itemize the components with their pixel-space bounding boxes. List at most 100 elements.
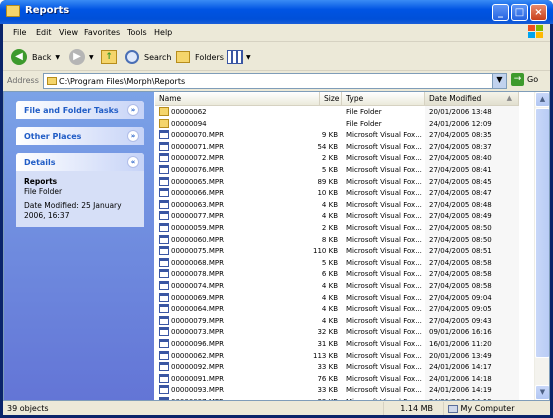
maximize-button[interactable]: □ <box>511 4 528 21</box>
scroll-thumb[interactable] <box>535 108 549 358</box>
column-header-date[interactable]: Date Modified ▲ <box>425 92 519 106</box>
table-row[interactable]: 00000077.MPR 4 KB Microsoft Visual Fox... 2… <box>155 211 549 223</box>
file-icon <box>159 211 169 221</box>
table-row[interactable]: 00000071.MPR 54 KB Microsoft Visual Fox...… <box>155 141 549 154</box>
forward-arrow-icon: ▶ <box>69 49 85 65</box>
back-button[interactable]: ◀ Back ▼ <box>11 48 60 66</box>
expand-icon[interactable]: » <box>127 104 139 116</box>
menu-tools[interactable]: Tools <box>127 28 147 37</box>
table-row[interactable]: 00000093.MPR 33 KB Microsoft Visual Fox...… <box>155 385 549 397</box>
go-button[interactable]: → Go <box>511 73 538 86</box>
windows-logo-icon <box>528 25 544 39</box>
table-row[interactable]: 00000062.MPR 113 KB Microsoft Visual Fox..… <box>155 350 549 363</box>
menu-bar: File Edit View Favorites Tools Help <box>3 24 550 42</box>
table-row[interactable]: 00000094 File Folder 24/01/2006 12:09 <box>155 118 549 131</box>
file-folder-tasks-header[interactable]: File and Folder Tasks » <box>16 101 144 119</box>
table-row[interactable]: 00000074.MPR 4 KB Microsoft Visual Fox... 2… <box>155 281 549 293</box>
cell-name: 00000063.MPR <box>171 200 224 209</box>
cell-date: 24/01/2006 14:19 <box>429 397 517 400</box>
table-row[interactable]: 00000062 File Folder 20/01/2006 13:48 <box>155 107 549 119</box>
file-icon <box>159 350 169 360</box>
file-icon <box>159 292 169 302</box>
address-input[interactable]: C:\Program Files\Morph\Reports ▼ <box>43 73 507 89</box>
search-button[interactable]: Search <box>125 48 171 66</box>
table-row[interactable]: 00000066.MPR 10 KB Microsoft Visual Fox...… <box>155 188 549 200</box>
cell-date: 27/04/2005 09:04 <box>429 293 492 302</box>
details-header[interactable]: Details « <box>16 153 144 171</box>
table-row[interactable]: 00000076.MPR 5 KB Microsoft Visual Fox... 2… <box>155 165 549 177</box>
cell-type: Microsoft Visual Fox... <box>346 270 422 279</box>
menu-favorites[interactable]: Favorites <box>84 28 120 37</box>
status-location: My Computer <box>443 402 550 415</box>
cell-size: 33 KB <box>305 397 338 400</box>
cell-name: 00000071.MPR <box>171 142 224 151</box>
cell-date: 27/04/2005 09:43 <box>429 316 492 325</box>
menu-view[interactable]: View <box>59 28 78 37</box>
panel-title: File and Folder Tasks <box>24 106 119 115</box>
cell-size: 4 KB <box>321 316 338 325</box>
cell-size: 5 KB <box>321 166 338 174</box>
expand-icon[interactable]: » <box>127 130 139 142</box>
table-row[interactable]: 00000063.MPR 4 KB Microsoft Visual Fox... 2… <box>155 199 549 212</box>
table-row[interactable]: 00000059.MPR 2 KB Microsoft Visual Fox... 2… <box>155 223 549 235</box>
minimize-button[interactable]: _ <box>492 4 509 21</box>
cell-name: 00000060.MPR <box>171 235 224 244</box>
cell-type: Microsoft Visual Fox... <box>346 293 422 302</box>
forward-button[interactable]: ▶ ▼ <box>69 48 94 66</box>
table-row[interactable]: 00000069.MPR 4 KB Microsoft Visual Fox... 2… <box>155 292 549 305</box>
cell-type: Microsoft Visual Fox... <box>346 386 422 395</box>
table-row[interactable]: 00000073.MPR 32 KB Microsoft Visual Fox...… <box>155 327 549 339</box>
views-button[interactable]: ▼ <box>227 48 251 66</box>
file-icon <box>159 223 169 232</box>
cell-type: Microsoft Visual Fox... <box>346 363 422 372</box>
cell-name: 00000093.MPR <box>171 386 224 395</box>
table-row[interactable]: 00000060.MPR 8 KB Microsoft Visual Fox... 2… <box>155 234 549 247</box>
cell-date: 27/04/2005 08:40 <box>429 154 492 163</box>
column-header-size[interactable]: Size <box>320 92 342 106</box>
cell-type: Microsoft Visual Fox... <box>346 131 422 140</box>
go-label: Go <box>527 75 539 84</box>
cell-name: 00000073.MPR <box>171 328 224 337</box>
cell-size: 76 KB <box>317 374 338 383</box>
cell-name: 00000068.MPR <box>171 258 224 267</box>
panel-title: Details <box>24 158 56 167</box>
table-row[interactable]: 00000097.MPR33 KB Microsoft Visual Fox...… <box>155 397 549 400</box>
column-header-type[interactable]: Type <box>342 92 425 106</box>
close-button[interactable]: × <box>530 4 547 21</box>
table-row[interactable]: 00000068.MPR 5 KB Microsoft Visual Fox... 2… <box>155 257 549 270</box>
cell-date: 16/01/2006 11:20 <box>429 340 492 348</box>
cell-date: 27/04/2005 08:45 <box>429 177 492 186</box>
collapse-icon[interactable]: « <box>127 156 139 168</box>
cell-date: 27/04/2005 08:51 <box>429 247 492 256</box>
table-row[interactable]: 00000070.MPR 9 KB Microsoft Visual Fox... 2… <box>155 130 549 142</box>
table-row[interactable]: 00000079.MPR 4 KB Microsoft Visual Fox... 2… <box>155 315 549 328</box>
column-header-name[interactable]: Name <box>155 92 320 106</box>
table-row[interactable]: 00000092.MPR 33 KB Microsoft Visual Fox...… <box>155 362 549 374</box>
up-folder-button[interactable]: ↑ <box>101 48 117 66</box>
table-row[interactable]: 00000065.MPR 89 KB Microsoft Visual Fox...… <box>155 176 549 189</box>
cell-size: 54 KB <box>317 142 338 151</box>
table-row[interactable]: 00000078.MPR 6 KB Microsoft Visual Fox... 2… <box>155 269 549 281</box>
vertical-scrollbar[interactable]: ▲ ▼ <box>534 92 549 400</box>
title-bar[interactable]: Reports _ □ × <box>0 0 553 24</box>
window-title: Reports <box>25 5 70 16</box>
menu-file[interactable]: File <box>13 28 26 37</box>
file-icon <box>159 176 169 186</box>
table-row[interactable]: 00000072.MPR 2 KB Microsoft Visual Fox... 2… <box>155 153 549 165</box>
menu-edit[interactable]: Edit <box>36 28 52 37</box>
cell-date: 27/04/2005 08:50 <box>429 235 492 244</box>
scroll-down-button[interactable]: ▼ <box>535 385 549 400</box>
table-row[interactable]: 00000064.MPR 4 KB Microsoft Visual Fox... 2… <box>155 304 549 316</box>
address-dropdown-button[interactable]: ▼ <box>492 74 506 88</box>
other-places-header[interactable]: Other Places » <box>16 127 144 145</box>
folder-icon <box>47 77 57 85</box>
menu-help[interactable]: Help <box>154 28 172 37</box>
folders-button[interactable]: Folders <box>176 48 224 66</box>
table-row[interactable]: 00000091.MPR 76 KB Microsoft Visual Fox...… <box>155 373 549 386</box>
cell-size: 89 KB <box>317 177 338 186</box>
table-row[interactable]: 00000075.MPR 110 KB Microsoft Visual Fox..… <box>155 246 549 258</box>
table-row[interactable]: 00000096.MPR 31 KB Microsoft Visual Fox...… <box>155 339 549 351</box>
cell-name: 00000064.MPR <box>171 305 224 314</box>
scroll-up-button[interactable]: ▲ <box>535 92 549 107</box>
cell-date: 27/04/2005 08:41 <box>429 166 492 174</box>
